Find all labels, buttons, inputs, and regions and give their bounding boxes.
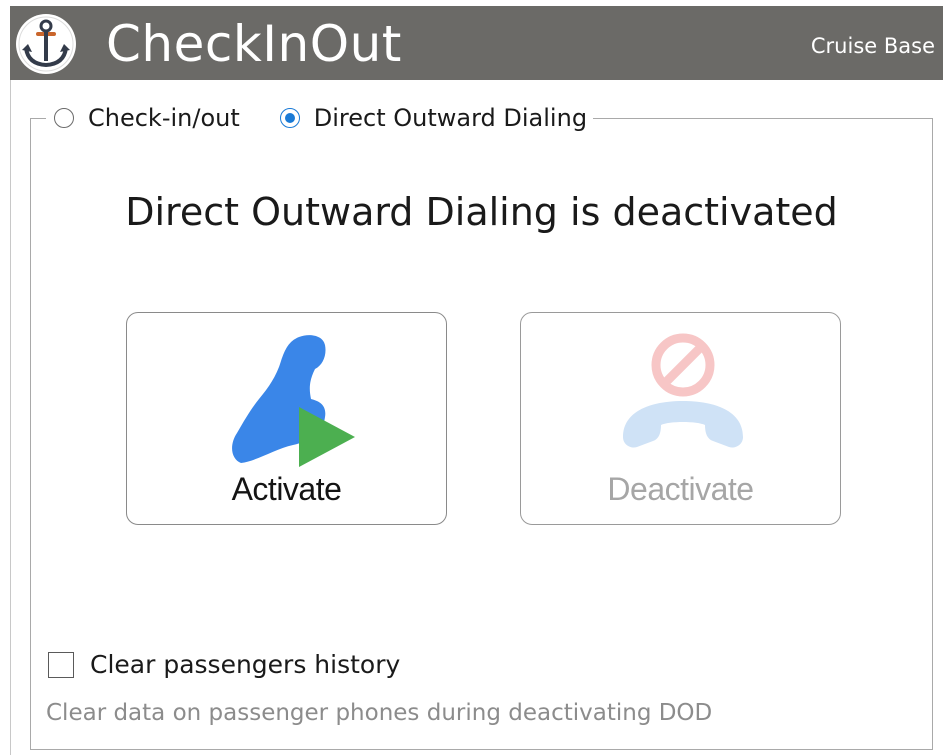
app-subtitle: Cruise Base <box>810 34 935 58</box>
app-title: CheckInOut <box>106 15 402 73</box>
deactivate-button[interactable]: Deactivate <box>520 312 841 525</box>
radio-selected-dot <box>284 113 295 123</box>
activate-button[interactable]: Activate <box>126 312 447 525</box>
radio-button[interactable] <box>279 108 300 128</box>
dod-status-text: Direct Outward Dialing is deactivated <box>125 190 838 234</box>
activate-label: Activate <box>231 471 342 507</box>
clear-history-label: Clear passengers history <box>90 650 401 679</box>
phone-hangup-blocked-icon <box>623 333 743 448</box>
mode-selector: Check-in/out Direct Outward Dialing <box>46 100 594 136</box>
radio-label: Check-in/out <box>88 104 240 132</box>
clear-history-hint: Clear data on passenger phones during de… <box>46 700 713 726</box>
clear-history-checkbox[interactable] <box>48 651 74 678</box>
phone-play-icon <box>232 335 355 467</box>
deactivate-label: Deactivate <box>607 471 754 507</box>
radio-checkinout[interactable]: Check-in/out <box>54 104 240 132</box>
radio-label: Direct Outward Dialing <box>313 104 588 132</box>
clear-history-option[interactable]: Clear passengers history <box>48 650 400 679</box>
anchor-icon <box>16 14 76 74</box>
radio-direct-outward-dialing[interactable]: Direct Outward Dialing <box>279 104 588 132</box>
title-bar: CheckInOut Cruise Base <box>10 6 943 80</box>
window-edge <box>10 80 11 755</box>
radio-button[interactable] <box>54 108 74 128</box>
